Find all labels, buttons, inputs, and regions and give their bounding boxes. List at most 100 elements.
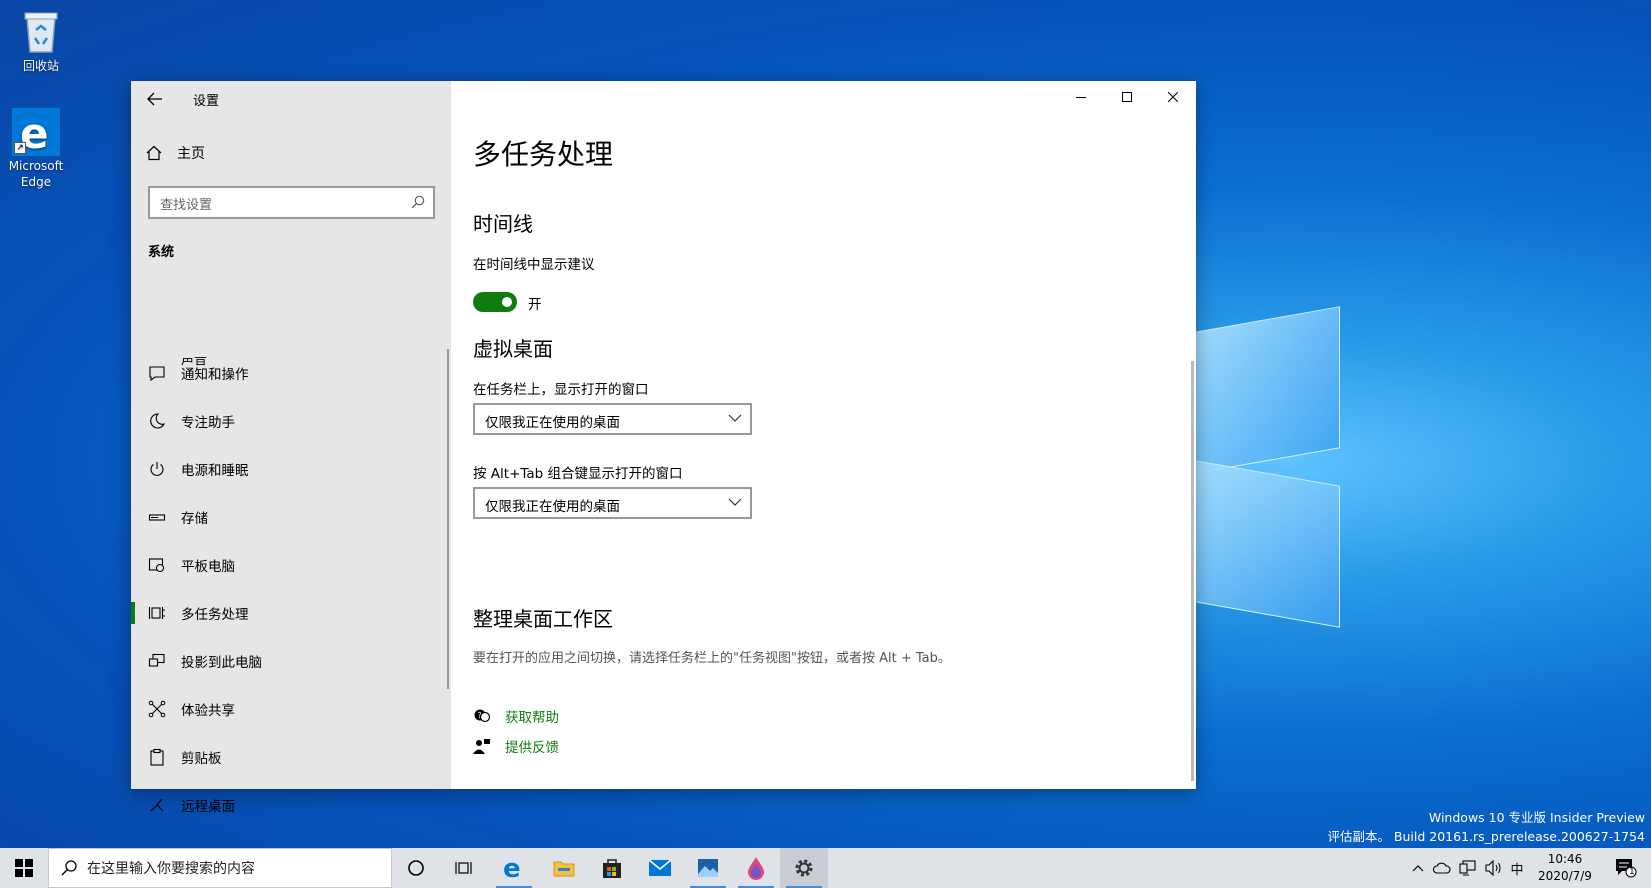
get-help-link[interactable]: ? 获取帮助	[473, 706, 559, 726]
task-view-button[interactable]	[440, 848, 488, 888]
sidebar-item-label: 远程桌面	[181, 799, 235, 815]
tray-volume[interactable]	[1482, 848, 1506, 888]
desktop-icon-edge[interactable]: e ↗ Microsoft Edge	[0, 108, 74, 190]
toggle-state-label: 开	[528, 297, 542, 313]
edge-icon: e ↗	[12, 108, 60, 158]
task-view-icon	[455, 862, 472, 874]
timeline-suggestion-toggle[interactable]	[473, 292, 517, 312]
sidebar-item-project[interactable]: 投影到此电脑	[131, 637, 451, 685]
page-title: 多任务处理	[473, 138, 614, 171]
taskbar-settings[interactable]	[780, 848, 828, 888]
sidebar-item-label: 体验共享	[181, 703, 235, 719]
search-icon	[411, 195, 425, 209]
speaker-icon	[1485, 860, 1501, 876]
alttab-label: 按 Alt+Tab 组合键显示打开的窗口	[473, 466, 683, 482]
remote-icon	[148, 796, 166, 814]
edge-icon: e	[503, 856, 521, 880]
chevron-down-icon	[728, 414, 742, 422]
sidebar-item-label: 专注助手	[181, 415, 235, 431]
mail-icon	[648, 859, 672, 876]
virtual-desktops-heading: 虚拟桌面	[473, 337, 553, 361]
alttab-dropdown[interactable]: 仅限我正在使用的桌面	[473, 487, 752, 519]
svg-text:e: e	[503, 856, 521, 880]
action-center-button[interactable]: 1	[1606, 848, 1646, 888]
taskbar: 在这里输入你要搜索的内容 e 中 10:46 2020/7/9 1	[0, 848, 1651, 888]
taskbar-paint3d[interactable]	[732, 848, 780, 888]
taskbar-search-box[interactable]: 在这里输入你要搜索的内容	[48, 848, 392, 888]
paint-drop-icon	[748, 857, 764, 880]
tray-onedrive[interactable]	[1430, 848, 1454, 888]
sidebar-item-storage[interactable]: 存储	[131, 493, 451, 541]
photos-icon	[698, 859, 718, 877]
sidebar-item-power-sleep[interactable]: 电源和睡眠	[131, 445, 451, 493]
taskbar-windows-dropdown[interactable]: 仅限我正在使用的桌面	[473, 403, 752, 435]
multitask-icon	[148, 604, 166, 622]
tray-network[interactable]	[1456, 848, 1480, 888]
section-label-system: 系统	[148, 245, 175, 260]
dropdown-value: 仅限我正在使用的桌面	[485, 499, 620, 515]
clipboard-icon	[148, 748, 166, 766]
watermark-line2: 评估副本。 Build 20161.rs_prerelease.200627-1…	[1327, 829, 1645, 844]
taskbar-clock[interactable]: 10:46 2020/7/9	[1520, 851, 1610, 885]
give-feedback-link[interactable]: 提供反馈	[473, 736, 559, 756]
moon-icon	[148, 412, 166, 430]
chevron-down-icon	[728, 498, 742, 506]
tray-overflow-button[interactable]	[1408, 848, 1428, 888]
project-icon	[148, 652, 166, 670]
settings-window: 设置 主页 查找设置 系统 声音 通知和操作 专注助手 电源和睡眠 存储 平板电…	[131, 81, 1196, 815]
sidebar-item-focus-assist[interactable]: 专注助手	[131, 397, 451, 445]
desktop-icon-recycle-bin[interactable]: 回收站	[3, 8, 79, 74]
clock-time: 10:46	[1547, 852, 1583, 866]
cortana-button[interactable]	[392, 848, 440, 888]
taskbar-search-placeholder: 在这里输入你要搜索的内容	[87, 861, 255, 877]
power-icon	[148, 460, 166, 478]
start-button[interactable]	[0, 848, 48, 888]
taskbar-store[interactable]	[588, 848, 636, 888]
folder-icon	[553, 861, 575, 877]
sidebar-item-label: 电源和睡眠	[181, 463, 249, 479]
cloud-icon	[1433, 862, 1451, 874]
cortana-circle-icon	[408, 860, 424, 876]
tidy-workspace-description: 要在打开的应用之间切换，请选择任务栏上的"任务视图"按钮，或者按 Alt + T…	[473, 651, 951, 666]
home-label: 主页	[177, 146, 205, 162]
sidebar-item-label: 剪贴板	[181, 751, 222, 767]
svg-text:?: ?	[478, 711, 482, 720]
sidebar-item-remote-desktop[interactable]: 远程桌面	[131, 781, 451, 829]
taskbar-windows-label: 在任务栏上，显示打开的窗口	[473, 382, 649, 398]
back-arrow-icon	[147, 92, 162, 106]
windows-start-icon	[15, 859, 33, 877]
shortcut-arrow-icon: ↗	[14, 142, 26, 154]
sidebar-nav-list: 通知和操作 专注助手 电源和睡眠 存储 平板电脑 多任务处理 投影到此电脑 体验…	[131, 349, 451, 829]
content-pane: 多任务处理 时间线 在时间线中显示建议 开 虚拟桌面 在任务栏上，显示打开的窗口…	[451, 81, 1196, 789]
sidebar-item-shared-experiences[interactable]: 体验共享	[131, 685, 451, 733]
network-icon	[1459, 860, 1476, 876]
back-button[interactable]	[141, 87, 169, 111]
taskbar-file-explorer[interactable]	[540, 848, 588, 888]
sidebar-item-label: 通知和操作	[181, 367, 249, 383]
tidy-workspace-heading: 整理桌面工作区	[473, 607, 613, 631]
sidebar-item-tablet[interactable]: 平板电脑	[131, 541, 451, 589]
store-bag-icon	[603, 859, 621, 878]
settings-search-input[interactable]: 查找设置	[148, 186, 435, 219]
taskbar-edge[interactable]: e	[490, 848, 538, 888]
sidebar-item-multitasking[interactable]: 多任务处理	[131, 589, 451, 637]
edge-label: Microsoft Edge	[8, 159, 64, 189]
watermark-line1: Windows 10 专业版 Insider Preview	[1428, 810, 1645, 825]
taskbar-photos[interactable]	[684, 848, 732, 888]
help-chat-icon: ?	[474, 709, 491, 723]
taskbar-mail[interactable]	[636, 848, 684, 888]
sidebar-item-clipboard[interactable]: 剪贴板	[131, 733, 451, 781]
sidebar-scrollbar[interactable]	[447, 349, 449, 689]
sidebar-item-home[interactable]: 主页	[145, 139, 205, 167]
recycle-bin-icon	[24, 12, 58, 53]
timeline-suggestion-label: 在时间线中显示建议	[473, 257, 595, 273]
storage-icon	[148, 508, 166, 526]
get-help-label: 获取帮助	[505, 710, 559, 726]
content-scrollbar[interactable]	[1191, 361, 1194, 781]
sidebar-item-notifications[interactable]: 通知和操作	[131, 349, 451, 397]
share-icon	[148, 700, 166, 718]
clock-date: 2020/7/9	[1538, 869, 1592, 883]
sidebar: 设置 主页 查找设置 系统 声音 通知和操作 专注助手 电源和睡眠 存储 平板电…	[131, 81, 451, 815]
give-feedback-label: 提供反馈	[505, 740, 559, 756]
gear-icon	[795, 859, 813, 877]
